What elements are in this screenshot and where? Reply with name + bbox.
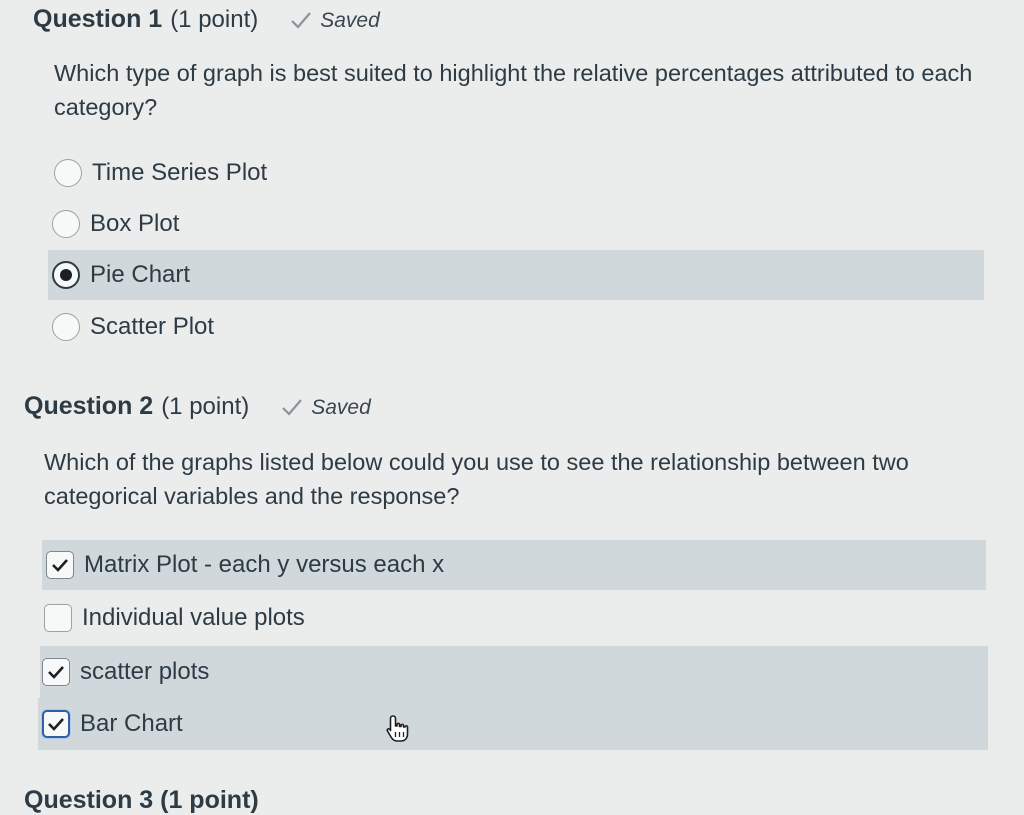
question-1-option-time-series-plot[interactable]: Time Series Plot (52, 148, 982, 198)
question-1-option-scatter-plot[interactable]: Scatter Plot (48, 302, 984, 352)
option-label: Time Series Plot (92, 159, 268, 186)
question-1-points: (1 point) (170, 6, 259, 33)
option-label: Bar Chart (80, 710, 183, 737)
question-2-option-individual-value-plots[interactable]: Individual value plots (42, 593, 986, 643)
checkmark-icon (48, 718, 64, 731)
question-1-option-pie-chart[interactable]: Pie Chart (48, 250, 984, 300)
question-2-option-bar-chart[interactable]: Bar Chart (38, 698, 988, 750)
option-label: Individual value plots (82, 604, 305, 631)
checkbox-checked[interactable] (42, 658, 70, 686)
question-2-text: Which of the graphs listed below could y… (44, 449, 909, 509)
radio-button[interactable] (52, 313, 80, 341)
option-label: Pie Chart (90, 261, 191, 288)
option-label: scatter plots (80, 658, 210, 685)
question-1-saved-status: Saved (290, 9, 380, 33)
radio-button[interactable] (54, 159, 82, 187)
question-2-option-matrix-plot[interactable]: Matrix Plot - each y versus each x (42, 540, 986, 590)
question-2-saved-status: Saved (281, 396, 371, 420)
question-2-header: Question 2 (1 point) Saved (24, 392, 371, 421)
hand-pointer-icon (386, 715, 409, 742)
option-label: Box Plot (90, 210, 180, 237)
question-2-option-scatter-plots[interactable]: scatter plots (40, 646, 988, 698)
option-label: Scatter Plot (90, 313, 215, 340)
option-label: Matrix Plot - each y versus each x (84, 551, 445, 578)
question-1-saved-label: Saved (320, 9, 380, 32)
checkmark-icon (282, 399, 303, 416)
question-2-title: Question 2 (24, 392, 154, 420)
question-2-saved-label: Saved (311, 396, 371, 419)
radio-dot (60, 269, 72, 281)
question-1-title: Question 1 (33, 5, 163, 33)
question-2-points: (1 point) (161, 393, 250, 420)
radio-button-selected[interactable] (52, 261, 80, 289)
checkbox-checked[interactable] (46, 551, 74, 579)
question-1-text: Which type of graph is best suited to hi… (54, 60, 973, 120)
radio-button[interactable] (52, 210, 80, 238)
question-1-option-box-plot[interactable]: Box Plot (50, 199, 982, 249)
checkbox[interactable] (44, 604, 72, 632)
question-1-header: Question 1 (1 point) Saved (33, 5, 380, 34)
checkbox-checked-focused[interactable] (42, 710, 70, 738)
checkmark-icon (52, 559, 68, 572)
checkmark-icon (48, 666, 64, 679)
checkmark-icon (291, 12, 312, 29)
